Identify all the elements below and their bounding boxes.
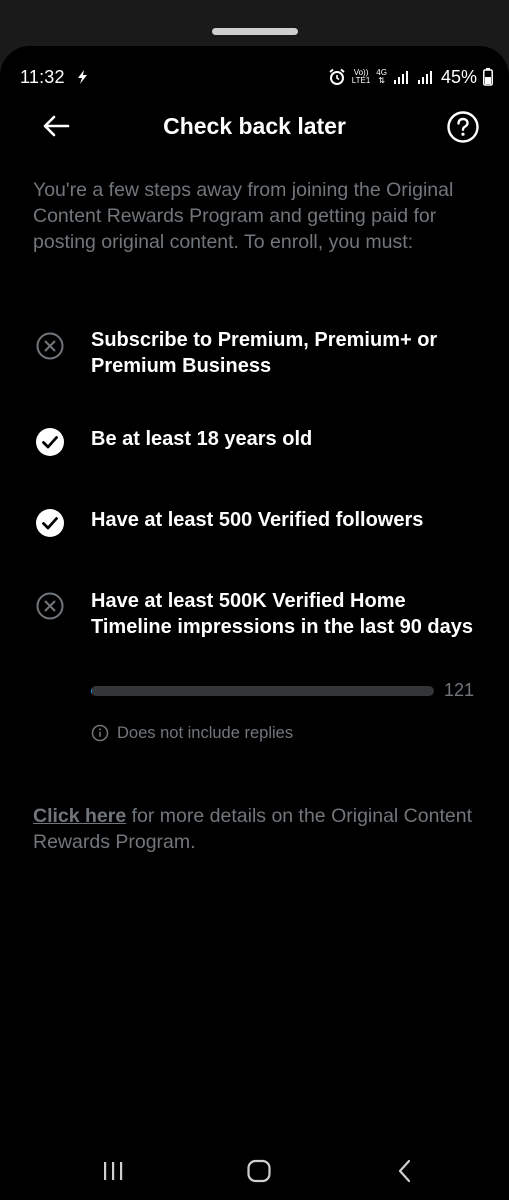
program-details-text: Click here for more details on the Origi… — [33, 803, 473, 855]
system-nav-bar — [0, 1144, 509, 1200]
replies-note: Does not include replies — [91, 722, 293, 744]
page-title: Check back later — [163, 113, 346, 139]
back-nav-button[interactable] — [385, 1156, 425, 1186]
status-bar: 11:32 Vo)) LTE1 4G ⇅ 45% — [0, 46, 509, 104]
signal-icon — [393, 71, 408, 84]
home-button[interactable] — [239, 1156, 279, 1186]
requirement-label: Subscribe to Premium, Premium+ or Premiu… — [91, 329, 438, 377]
recent-apps-button[interactable] — [93, 1156, 133, 1186]
check-circle-icon — [36, 428, 64, 456]
battery-percent: 45% — [440, 66, 477, 87]
top-app-bar: Check back later — [0, 104, 509, 148]
intro-text: You're a few steps away from joining the… — [33, 179, 454, 253]
battery-icon — [483, 68, 493, 86]
status-icons: Vo)) LTE1 4G ⇅ 45% — [328, 66, 493, 88]
replies-note-text: Does not include replies — [117, 723, 294, 742]
click-here-link[interactable]: Click here — [33, 805, 126, 827]
volte-indicator: Vo)) LTE1 — [352, 69, 371, 85]
recent-apps-icon — [104, 1162, 123, 1180]
volte-bottom-label: LTE1 — [351, 76, 371, 85]
device-top-pill — [212, 28, 298, 35]
status-time: 11:32 — [20, 67, 65, 87]
bolt-icon — [78, 70, 87, 84]
impressions-progress-bar — [91, 686, 434, 696]
help-icon[interactable] — [446, 110, 480, 144]
requirement-label: Have at least 500K Verified Home Timelin… — [91, 590, 474, 638]
data-arrows-icon: ⇅ — [378, 76, 385, 85]
signal-2-icon — [417, 71, 432, 84]
check-circle-icon — [36, 509, 64, 537]
impressions-count: 121 — [444, 680, 475, 700]
x-circle-icon — [36, 332, 64, 360]
phone-screen: 11:32 Vo)) LTE1 4G ⇅ 45% Check back late… — [0, 46, 509, 1200]
home-icon — [247, 1159, 271, 1183]
network-indicator: 4G ⇅ — [376, 69, 387, 85]
requirement-label: Have at least 500 Verified followers — [91, 509, 424, 531]
chevron-left-icon — [398, 1159, 411, 1183]
x-circle-icon — [36, 592, 64, 620]
info-icon — [91, 724, 109, 742]
requirement-label: Be at least 18 years old — [91, 428, 313, 450]
alarm-icon — [329, 68, 345, 85]
